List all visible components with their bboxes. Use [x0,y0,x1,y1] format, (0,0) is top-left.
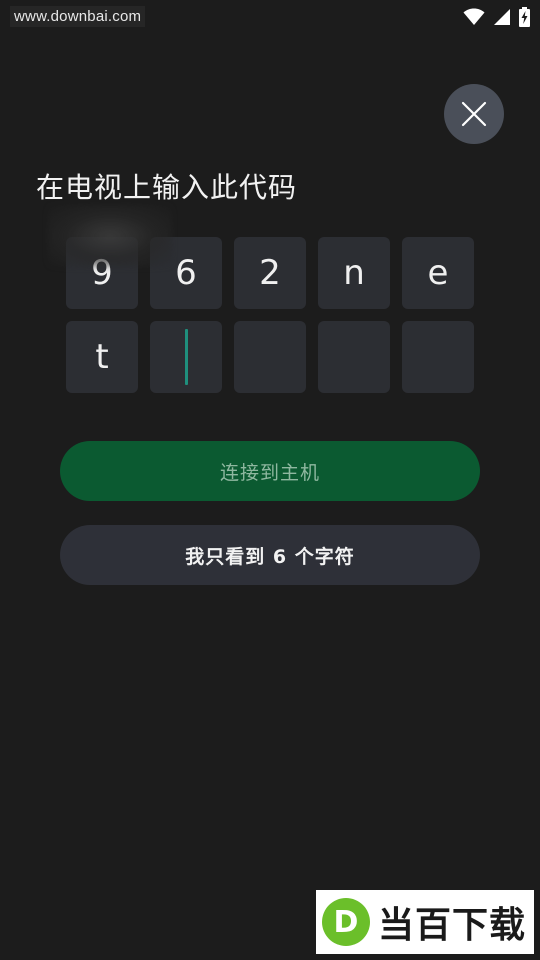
logo-text: 当百下载 [378,905,527,946]
status-icons [463,6,530,28]
code-cell-3[interactable]: 2 [234,237,306,309]
close-icon [461,101,487,127]
page-title: 在电视上输入此代码 [36,171,298,204]
status-bar: www.downbai.com [0,0,540,36]
screen: www.downbai.com 在电视上输入此代码 9 6 2 n e t 连接… [0,0,540,960]
wifi-icon [463,8,485,25]
logo-badge: D [322,898,370,946]
watermark-url: www.downbai.com [10,6,146,27]
code-cell-6[interactable]: t [66,321,138,393]
code-cell-9[interactable] [318,321,390,393]
logo-watermark: D 当百下载 [316,890,534,954]
code-cell-10[interactable] [402,321,474,393]
code-cell-4[interactable]: n [318,237,390,309]
code-grid: 9 6 2 n e t [66,237,474,393]
close-button[interactable] [444,84,504,144]
connect-to-host-button[interactable]: 连接到主机 [60,441,480,501]
code-cell-7-active[interactable] [150,321,222,393]
battery-charging-icon [519,7,530,27]
code-cell-1[interactable]: 9 [66,237,138,309]
code-cell-8[interactable] [234,321,306,393]
text-caret [184,329,188,385]
cell-signal-icon [494,9,510,25]
code-cell-2[interactable]: 6 [150,237,222,309]
code-cell-5[interactable]: e [402,237,474,309]
only-six-chars-button[interactable]: 我只看到 6 个字符 [60,525,480,585]
